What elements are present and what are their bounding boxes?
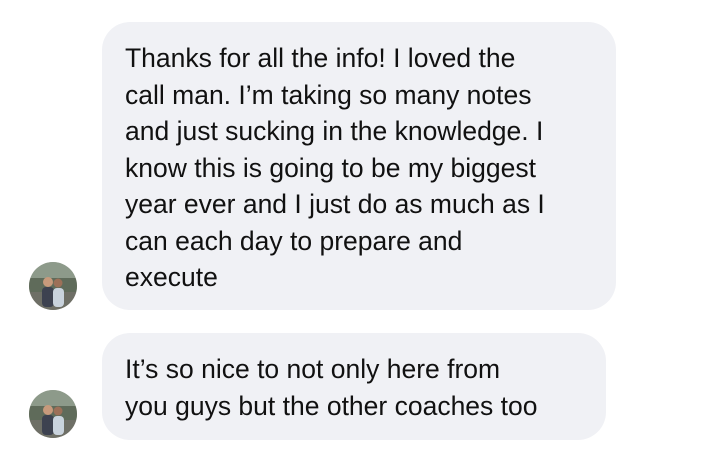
message-bubble[interactable]: Thanks for all the info! I loved the cal…: [102, 22, 616, 310]
sender-avatar[interactable]: [29, 390, 77, 438]
sender-avatar[interactable]: [29, 262, 77, 310]
message-line: you guys but the other coaches too: [125, 390, 538, 421]
message-line: It’s so nice to not only here from: [125, 354, 501, 384]
message-line: can each day to prepare and: [125, 225, 463, 256]
message-line: execute: [125, 262, 218, 292]
message-line: Thanks for all the info! I loved the: [125, 43, 516, 73]
message-line: know this is going to be my biggest: [125, 152, 536, 183]
message-line: and just sucking in the knowledge. I: [125, 116, 544, 146]
message-line: call man. I’m taking so many notes: [125, 79, 532, 110]
message-line: year ever and I just do as much as I: [125, 189, 545, 219]
message-bubble[interactable]: It’s so nice to not only here from you g…: [102, 333, 606, 440]
